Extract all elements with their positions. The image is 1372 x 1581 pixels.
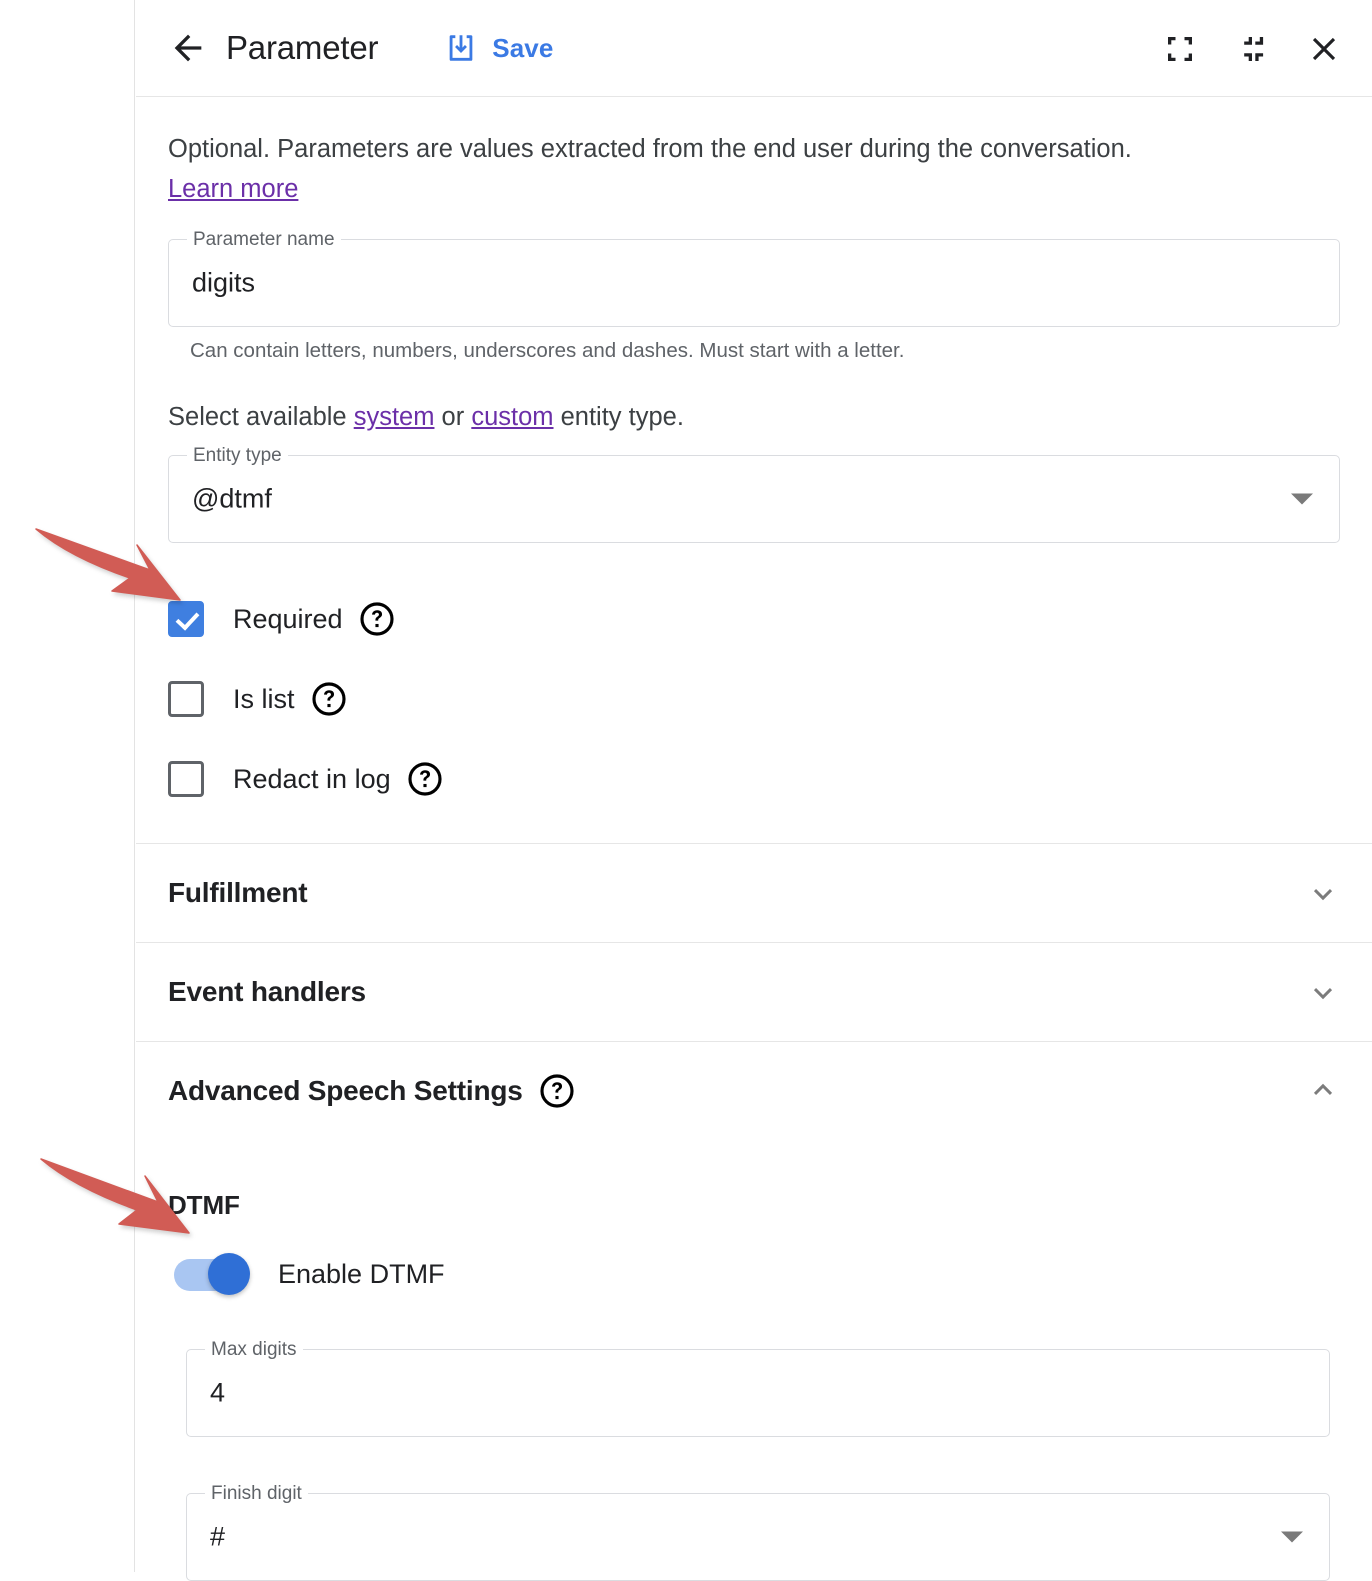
required-checkbox[interactable]: Required (168, 593, 1340, 645)
section-event-handlers-header: Event handlers (168, 976, 366, 1008)
page-title: Parameter (226, 29, 379, 66)
dropdown-caret-icon (1281, 1531, 1303, 1543)
entity-helper-middle: or (434, 403, 472, 431)
is-list-checkbox[interactable]: Is list (168, 673, 1340, 725)
section-event-handlers[interactable]: Event handlers (136, 942, 1372, 1041)
entity-type-helper: Select available system or custom entity… (168, 401, 1340, 433)
section-advanced-speech-settings-header: Advanced Speech Settings (168, 1073, 575, 1109)
collapse-icon[interactable] (1230, 27, 1274, 71)
required-checkbox-label: Required (233, 603, 343, 634)
parameter-name-field[interactable]: Parameter name digits (168, 229, 1340, 327)
redact-in-log-checkbox-label: Redact in log (233, 763, 391, 794)
save-button[interactable]: Save (444, 31, 553, 65)
parameter-options: Required Is list Redact in log (168, 593, 1340, 843)
intro-description: Optional. Parameters are values extracte… (168, 135, 1132, 163)
chevron-down-icon[interactable] (1306, 975, 1340, 1009)
max-digits-label: Max digits (205, 1339, 303, 1361)
entity-helper-suffix: entity type. (553, 403, 684, 431)
entity-type-value: @dtmf (192, 483, 272, 514)
entity-type-label: Entity type (187, 445, 288, 467)
save-icon (444, 31, 478, 65)
learn-more-link[interactable]: Learn more (168, 175, 298, 203)
is-list-checkbox-label: Is list (233, 683, 295, 714)
system-entity-link[interactable]: system (354, 403, 435, 431)
panel-body: Optional. Parameters are values extracte… (136, 97, 1372, 1581)
left-gutter (0, 0, 135, 1572)
intro-text: Optional. Parameters are values extracte… (168, 97, 1340, 209)
enable-dtmf-toggle[interactable]: Enable DTMF (168, 1253, 1340, 1295)
header-actions (1158, 0, 1346, 97)
redact-in-log-checkbox[interactable]: Redact in log (168, 753, 1340, 805)
section-advanced-speech-settings-title: Advanced Speech Settings (168, 1075, 523, 1106)
enable-dtmf-label: Enable DTMF (278, 1258, 445, 1289)
finish-digit-value: # (210, 1521, 226, 1552)
enable-dtmf-toggle-switch[interactable] (174, 1253, 250, 1295)
chevron-down-icon[interactable] (1306, 876, 1340, 910)
finish-digit-label: Finish digit (205, 1483, 308, 1505)
parameter-name-hint: Can contain letters, numbers, underscore… (190, 339, 905, 362)
max-digits-input[interactable]: 4 (210, 1378, 225, 1409)
parameter-name-input[interactable]: digits (192, 268, 255, 299)
required-checkbox-box[interactable] (168, 601, 204, 637)
help-icon[interactable] (311, 681, 347, 717)
redact-in-log-checkbox-box[interactable] (168, 761, 204, 797)
advanced-speech-settings-body: DTMF Enable DTMF Max digits 4 Finish dig… (136, 1190, 1372, 1581)
help-icon[interactable] (359, 601, 395, 637)
section-event-handlers-title: Event handlers (168, 976, 366, 1007)
is-list-checkbox-box[interactable] (168, 681, 204, 717)
section-fulfillment[interactable]: Fulfillment (136, 843, 1372, 942)
section-fulfillment-title: Fulfillment (168, 877, 308, 908)
max-digits-field[interactable]: Max digits 4 (186, 1339, 1330, 1437)
parameter-panel: Parameter Save Optional. Parameters are … (136, 0, 1372, 1581)
expand-icon[interactable] (1158, 27, 1202, 71)
chevron-up-icon[interactable] (1306, 1074, 1340, 1108)
help-icon[interactable] (539, 1073, 575, 1109)
panel-header: Parameter Save (136, 0, 1372, 97)
dtmf-heading: DTMF (168, 1190, 240, 1220)
back-arrow-icon[interactable] (164, 24, 212, 72)
section-advanced-speech-settings[interactable]: Advanced Speech Settings (136, 1041, 1372, 1140)
dropdown-caret-icon (1291, 493, 1313, 505)
custom-entity-link[interactable]: custom (471, 403, 553, 431)
help-icon[interactable] (407, 761, 443, 797)
finish-digit-select[interactable]: Finish digit # (186, 1483, 1330, 1581)
section-fulfillment-header: Fulfillment (168, 877, 308, 909)
entity-type-select[interactable]: Entity type @dtmf (168, 445, 1340, 543)
toggle-thumb (208, 1253, 250, 1295)
parameter-name-label: Parameter name (187, 229, 341, 251)
entity-helper-prefix: Select available (168, 403, 354, 431)
save-button-label: Save (492, 32, 554, 63)
close-icon[interactable] (1302, 27, 1346, 71)
parameter-form: Optional. Parameters are values extracte… (136, 97, 1372, 843)
